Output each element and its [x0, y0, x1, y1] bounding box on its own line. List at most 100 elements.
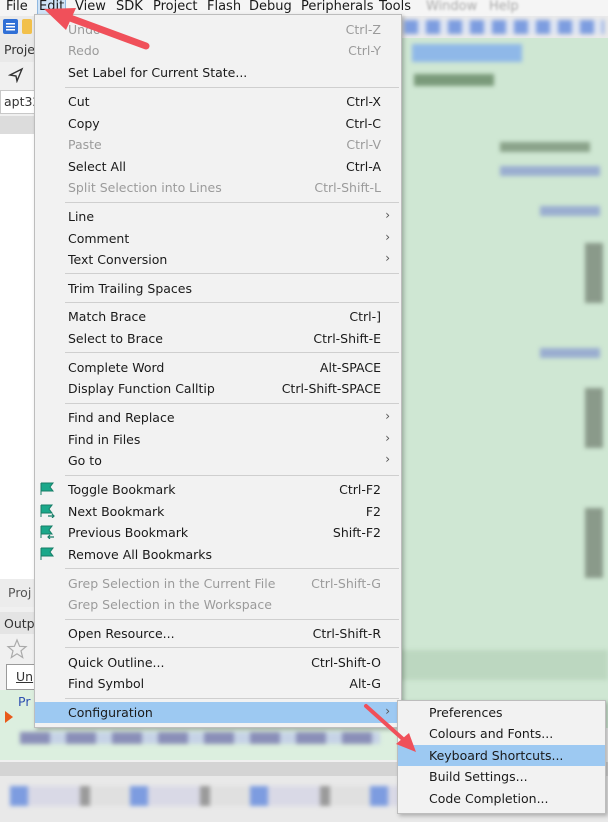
- menu-item-toggle-bookmark[interactable]: Toggle Bookmark Ctrl-F2: [35, 479, 401, 500]
- menu-item-complete-word[interactable]: Complete Word Alt-SPACE: [35, 357, 401, 378]
- editor-line-blurred: [500, 142, 590, 152]
- menu-item-remove-all-bookmarks[interactable]: Remove All Bookmarks: [35, 544, 401, 565]
- menu-item-comment[interactable]: Comment ›: [35, 228, 401, 249]
- submenu-item-colours-and-fonts[interactable]: Colours and Fonts...: [398, 723, 605, 744]
- menu-item-shortcut: F2: [365, 504, 381, 519]
- project-combo[interactable]: apt32: [0, 90, 40, 114]
- submenu-arrow-icon: ›: [385, 452, 390, 466]
- submenu-arrow-icon: ›: [385, 251, 390, 265]
- document-list-icon[interactable]: [3, 19, 18, 34]
- menu-file[interactable]: File: [5, 0, 29, 16]
- toolbar-icons-blurred: [404, 20, 604, 34]
- submenu-item-build-settings[interactable]: Build Settings...: [398, 766, 605, 787]
- menu-item-previous-bookmark[interactable]: Previous Bookmark Shift-F2: [35, 522, 401, 543]
- menu-item-redo[interactable]: Redo Ctrl-Y: [35, 40, 401, 61]
- output-button-label: Un: [16, 669, 34, 684]
- menu-item-label: Paste: [68, 137, 102, 152]
- menu-item-split-selection[interactable]: Split Selection into Lines Ctrl-Shift-L: [35, 177, 401, 198]
- menu-item-label: Copy: [68, 116, 100, 131]
- menu-item-label: Select to Brace: [68, 331, 163, 346]
- menu-item-find-symbol[interactable]: Find Symbol Alt-G: [35, 673, 401, 694]
- menu-item-label: Toggle Bookmark: [68, 482, 176, 497]
- menu-item-label: Find Symbol: [68, 676, 145, 691]
- projects-tab-bottom[interactable]: Proj: [8, 585, 31, 600]
- menu-item-shortcut: Ctrl-Shift-L: [314, 180, 381, 195]
- menu-item-shortcut: Alt-G: [349, 676, 381, 691]
- submenu-arrow-icon: ›: [385, 409, 390, 423]
- menu-item-open-resource[interactable]: Open Resource... Ctrl-Shift-R: [35, 623, 401, 644]
- menu-separator: [65, 698, 399, 699]
- projects-tab[interactable]: Proje: [4, 42, 35, 57]
- bookmark-next-icon: [40, 504, 55, 518]
- menu-item-label: Code Completion...: [429, 791, 549, 806]
- menu-item-shortcut: Ctrl-Z: [345, 22, 381, 37]
- menu-item-label: Build Settings...: [429, 769, 528, 784]
- menu-item-shortcut: Ctrl-Shift-E: [313, 331, 381, 346]
- star-icon[interactable]: [6, 638, 28, 660]
- menu-item-label: Quick Outline...: [68, 655, 165, 670]
- menu-item-select-to-brace[interactable]: Select to Brace Ctrl-Shift-E: [35, 328, 401, 349]
- menu-item-set-label[interactable]: Set Label for Current State...: [35, 62, 401, 83]
- menu-item-paste[interactable]: Paste Ctrl-V: [35, 134, 401, 155]
- menu-item-trim-trailing-spaces[interactable]: Trim Trailing Spaces: [35, 278, 401, 299]
- code-editor[interactable]: [400, 38, 608, 728]
- menu-item-label: Remove All Bookmarks: [68, 547, 213, 562]
- configuration-submenu: Preferences Colours and Fonts... Keyboar…: [397, 700, 606, 814]
- submenu-arrow-icon: ›: [385, 208, 390, 222]
- menu-item-shortcut: Ctrl-V: [346, 137, 381, 152]
- menu-item-label: Set Label for Current State...: [68, 65, 248, 80]
- menu-window[interactable]: Window: [425, 0, 478, 16]
- menu-item-label: Next Bookmark: [68, 504, 165, 519]
- menu-item-text-conversion[interactable]: Text Conversion ›: [35, 249, 401, 270]
- menu-item-find-and-replace[interactable]: Find and Replace ›: [35, 407, 401, 428]
- menu-separator: [65, 352, 399, 353]
- project-tree-header: [0, 116, 34, 134]
- play-marker-icon: [5, 711, 13, 723]
- folder-icon[interactable]: [22, 19, 32, 34]
- menu-help[interactable]: Help: [488, 0, 520, 16]
- menu-item-grep-current-file[interactable]: Grep Selection in the Current File Ctrl-…: [35, 573, 401, 594]
- submenu-item-preferences[interactable]: Preferences: [398, 702, 605, 723]
- bookmark-previous-icon: [40, 525, 54, 539]
- menu-item-cut[interactable]: Cut Ctrl-X: [35, 91, 401, 112]
- navigate-arrow-icon[interactable]: [8, 67, 24, 83]
- menu-item-undo[interactable]: Undo Ctrl-Z: [35, 19, 401, 40]
- menu-item-shortcut: Shift-F2: [332, 525, 381, 540]
- submenu-arrow-icon: ›: [385, 230, 390, 244]
- menu-item-shortcut: Ctrl-X: [346, 94, 381, 109]
- menu-item-shortcut: Ctrl-Shift-SPACE: [281, 381, 381, 396]
- menu-item-shortcut: Ctrl-Y: [348, 43, 381, 58]
- menu-item-quick-outline[interactable]: Quick Outline... Ctrl-Shift-O: [35, 652, 401, 673]
- menu-item-copy[interactable]: Copy Ctrl-C: [35, 113, 401, 134]
- menu-item-line[interactable]: Line ›: [35, 206, 401, 227]
- menu-item-label: Find and Replace: [68, 410, 175, 425]
- menu-item-match-brace[interactable]: Match Brace Ctrl-]: [35, 306, 401, 327]
- menu-item-label: Configuration: [68, 705, 153, 720]
- menu-item-shortcut: Ctrl-F2: [339, 482, 381, 497]
- project-tree[interactable]: [0, 134, 34, 579]
- menu-item-label: Select All: [68, 159, 127, 174]
- projects-tab-strip: Proje: [0, 38, 35, 63]
- menu-item-label: Line: [68, 209, 95, 224]
- submenu-arrow-icon: ›: [385, 704, 390, 718]
- menu-item-display-function-calltip[interactable]: Display Function Calltip Ctrl-Shift-SPAC…: [35, 378, 401, 399]
- menu-item-go-to[interactable]: Go to ›: [35, 450, 401, 471]
- editor-bottom-blurred: [400, 650, 608, 680]
- menu-item-select-all[interactable]: Select All Ctrl-A: [35, 156, 401, 177]
- menu-item-shortcut: Ctrl-Shift-O: [311, 655, 381, 670]
- menu-separator: [65, 568, 399, 569]
- menu-item-configuration[interactable]: Configuration ›: [35, 702, 401, 723]
- menu-item-grep-workspace[interactable]: Grep Selection in the Workspace: [35, 594, 401, 615]
- menu-item-find-in-files[interactable]: Find in Files ›: [35, 429, 401, 450]
- menu-item-label: Comment: [68, 231, 130, 246]
- navigation-bar: [0, 62, 34, 88]
- menu-item-label: Grep Selection in the Current File: [68, 576, 276, 591]
- output-button[interactable]: Un: [6, 664, 36, 690]
- output-tab[interactable]: Outp: [4, 616, 35, 631]
- menu-item-next-bookmark[interactable]: Next Bookmark F2: [35, 501, 401, 522]
- submenu-item-keyboard-shortcuts[interactable]: Keyboard Shortcuts...: [398, 745, 605, 766]
- submenu-item-code-completion[interactable]: Code Completion...: [398, 788, 605, 809]
- output-text: Pr: [18, 694, 31, 709]
- projects-tab-bottom-strip: Proj: [0, 579, 34, 607]
- menu-separator: [65, 475, 399, 476]
